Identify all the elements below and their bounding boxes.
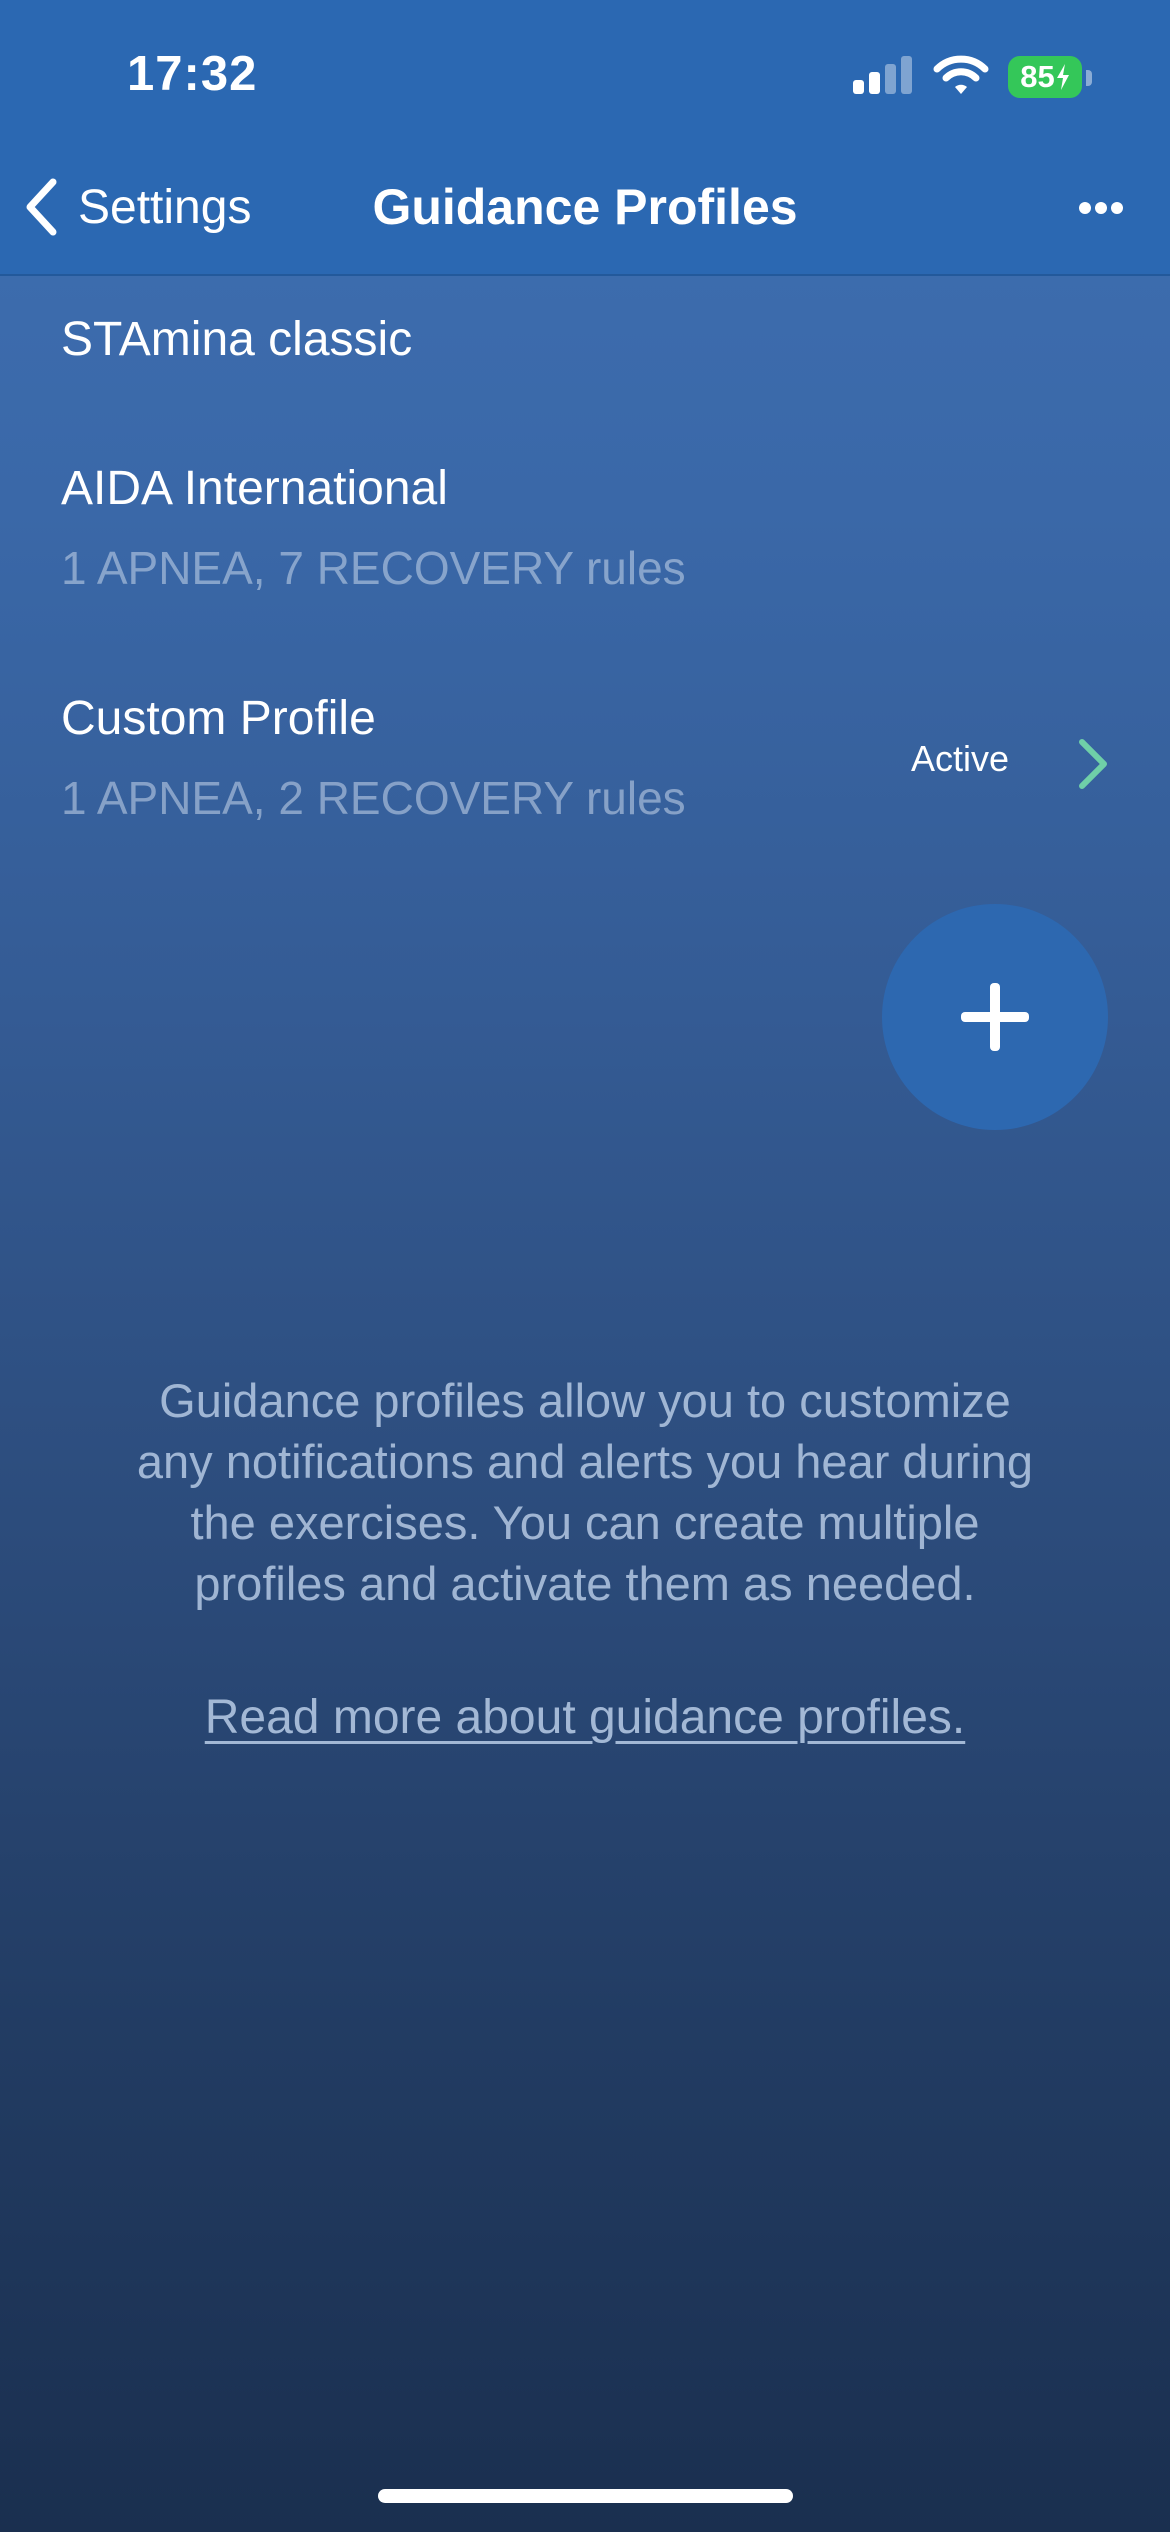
- active-status-label: Active: [911, 738, 1010, 779]
- profile-rules: 1 APNEA, 7 RECOVERY rules: [61, 542, 686, 594]
- read-more-link[interactable]: Read more about guidance profiles.: [0, 1690, 1170, 1745]
- profile-name: AIDA International: [61, 462, 448, 515]
- home-indicator[interactable]: [378, 2489, 793, 2503]
- status-bar: 17:32 85: [0, 0, 1170, 150]
- status-time: 17:32: [127, 47, 258, 101]
- battery-charging-icon: 85: [1008, 56, 1082, 98]
- battery-level: 85: [1020, 59, 1055, 94]
- wifi-icon: [933, 55, 989, 94]
- profile-row-stamina-classic[interactable]: STAmina classic: [0, 276, 1170, 406]
- back-button[interactable]: Settings: [24, 170, 251, 244]
- profile-rules: 1 APNEA, 2 RECOVERY rules: [61, 772, 686, 824]
- info-text: Guidance profiles allow you to customize…: [136, 1374, 1034, 1610]
- profile-row-aida-international[interactable]: AIDA International 1 APNEA, 7 RECOVERY r…: [0, 426, 1170, 626]
- profile-row-custom-profile[interactable]: Custom Profile 1 APNEA, 2 RECOVERY rules…: [0, 656, 1170, 856]
- signal-icon: [853, 56, 912, 94]
- profile-name: Custom Profile: [61, 692, 376, 745]
- back-button-label: Settings: [78, 180, 252, 234]
- battery-cap: [1086, 70, 1092, 86]
- plus-icon: [961, 983, 1029, 1051]
- chevron-left-icon: [26, 178, 57, 236]
- profile-name: STAmina classic: [61, 313, 413, 366]
- ellipsis-icon[interactable]: [1078, 200, 1124, 216]
- chevron-right-icon: [1079, 739, 1107, 789]
- add-profile-button[interactable]: [882, 904, 1108, 1130]
- bolt-icon: [1056, 64, 1069, 90]
- navigation-bar: 17:32 85 Settings Guidance Profiles: [0, 0, 1170, 276]
